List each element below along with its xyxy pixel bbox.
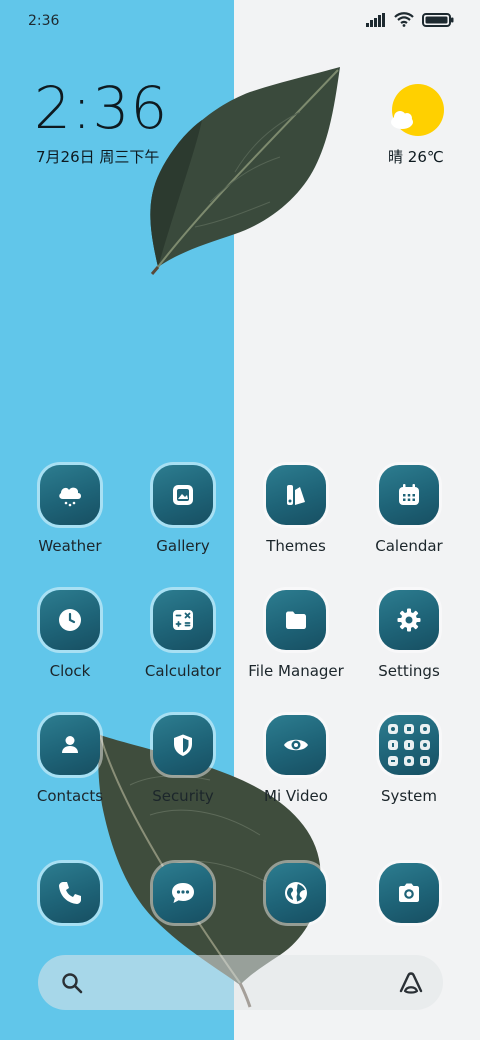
- calculator-icon: [173, 610, 193, 630]
- app-mi-video[interactable]: Mi Video: [240, 715, 352, 805]
- app-file-manager[interactable]: File Manager: [240, 590, 352, 680]
- folder-grid-icon: [388, 724, 430, 766]
- app-mi-video-tile[interactable]: [266, 715, 326, 775]
- app-settings[interactable]: Settings: [353, 590, 465, 680]
- app-settings-tile[interactable]: [379, 590, 439, 650]
- app-label: Gallery: [156, 537, 210, 555]
- cloud-snow-icon: [59, 487, 81, 507]
- app-gallery-tile[interactable]: [153, 465, 213, 525]
- camera-icon: [399, 883, 419, 902]
- eye-icon: [284, 739, 308, 751]
- status-time: 2:36: [28, 13, 60, 29]
- app-weather[interactable]: Weather: [14, 465, 126, 555]
- dock-browser[interactable]: [266, 863, 326, 923]
- image-icon: [173, 485, 193, 505]
- app-label: Clock: [49, 662, 91, 680]
- weather-temperature: 26℃: [407, 148, 444, 166]
- app-label: Calculator: [144, 662, 222, 680]
- app-calculator-tile[interactable]: [153, 590, 213, 650]
- app-label: Security: [152, 787, 214, 805]
- message-icon: [172, 883, 194, 903]
- leaf-top-image: [150, 67, 340, 275]
- app-calculator[interactable]: Calculator: [127, 590, 239, 680]
- dock-messaging[interactable]: [153, 863, 213, 923]
- calendar-icon: [399, 484, 419, 505]
- app-contacts[interactable]: Contacts: [14, 715, 126, 805]
- search-bar[interactable]: [38, 955, 443, 1010]
- app-security[interactable]: Security: [127, 715, 239, 805]
- wifi-icon: [394, 12, 414, 27]
- app-themes[interactable]: Themes: [240, 465, 352, 555]
- app-system-folder-tile[interactable]: [379, 715, 439, 775]
- search-icon[interactable]: [60, 971, 84, 995]
- app-contacts-tile[interactable]: [40, 715, 100, 775]
- app-label: Settings: [378, 662, 440, 680]
- shield-icon: [174, 734, 192, 756]
- clock-widget-time[interactable]: 2:36: [34, 74, 168, 142]
- app-gallery[interactable]: Gallery: [127, 465, 239, 555]
- app-weather-tile[interactable]: [40, 465, 100, 525]
- app-system-folder[interactable]: System: [353, 715, 465, 805]
- themes-icon: [287, 485, 305, 505]
- battery-icon: [422, 12, 454, 27]
- app-file-manager-tile[interactable]: [266, 590, 326, 650]
- app-calendar-tile[interactable]: [379, 465, 439, 525]
- app-label: Weather: [38, 537, 102, 555]
- clock-widget-date[interactable]: 7月26日 周三下午: [36, 146, 159, 167]
- app-security-tile[interactable]: [153, 715, 213, 775]
- weather-widget-text[interactable]: 晴 26℃: [388, 146, 444, 167]
- dock-camera[interactable]: [379, 863, 439, 923]
- app-label: File Manager: [248, 662, 344, 680]
- weather-widget[interactable]: [384, 82, 454, 142]
- app-label: System: [381, 787, 437, 805]
- app-label: Contacts: [36, 787, 104, 805]
- status-bar: 2:36: [0, 0, 480, 44]
- app-themes-tile[interactable]: [266, 465, 326, 525]
- person-icon: [62, 736, 78, 753]
- status-icons: [366, 12, 454, 27]
- folder-icon: [286, 611, 306, 629]
- gear-icon: [397, 608, 421, 632]
- app-calendar[interactable]: Calendar: [353, 465, 465, 555]
- signal-icon: [366, 12, 385, 27]
- app-label: Themes: [266, 537, 326, 555]
- app-clock[interactable]: Clock: [14, 590, 126, 680]
- weather-condition: 晴: [388, 148, 404, 166]
- app-clock-tile[interactable]: [40, 590, 100, 650]
- sun-cloud-icon: [391, 84, 444, 136]
- phone-icon: [59, 882, 81, 904]
- app-label: Mi Video: [264, 787, 328, 805]
- globe-icon: [285, 882, 307, 904]
- dock-phone[interactable]: [40, 863, 100, 923]
- assistant-icon[interactable]: [397, 969, 425, 997]
- app-label: Calendar: [375, 537, 443, 555]
- clock-icon: [59, 609, 81, 631]
